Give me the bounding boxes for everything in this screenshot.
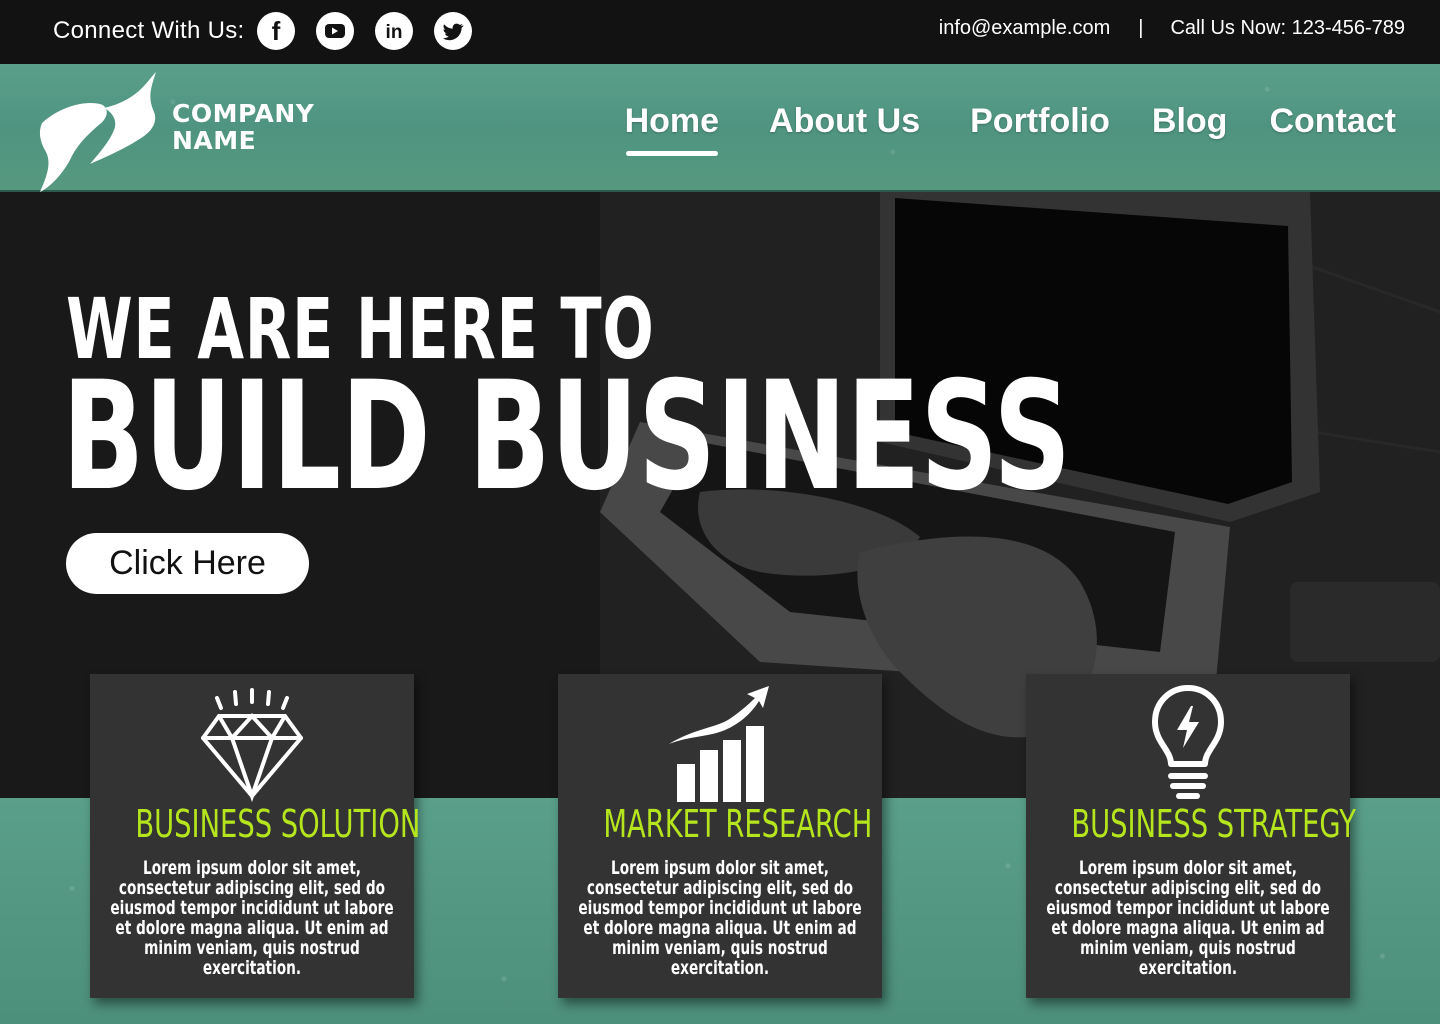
social-links: Connect With Us: f in <box>53 12 493 50</box>
nav-portfolio[interactable]: Portfolio <box>970 102 1110 141</box>
connect-label: Connect With Us: <box>53 17 245 44</box>
company-name[interactable]: COMPANY NAME <box>172 100 314 154</box>
diamond-icon <box>90 684 414 804</box>
nav-contact[interactable]: Contact <box>1269 102 1396 141</box>
growth-chart-icon <box>558 684 882 804</box>
click-here-button[interactable]: Click Here <box>66 533 309 594</box>
email-link[interactable]: info@example.com <box>939 17 1110 40</box>
main-nav: Home About Us Portfolio Blog Contact <box>575 102 1396 156</box>
nav-about-us[interactable]: About Us <box>769 102 920 141</box>
contact-info: info@example.com | Call Us Now: 123-456-… <box>939 17 1405 40</box>
card-title: BUSINESS STRATEGY <box>1071 802 1356 846</box>
site-header: COMPANY NAME Home About Us Portfolio Blo… <box>0 64 1440 192</box>
card-title: MARKET RESEARCH <box>603 802 873 846</box>
card-text: Lorem ipsum dolor sit amet, consectetur … <box>1046 857 1330 979</box>
feature-card-business-solution[interactable]: BUSINESS SOLUTION Lorem ipsum dolor sit … <box>90 674 421 998</box>
nav-home[interactable]: Home <box>625 102 719 156</box>
youtube-icon[interactable] <box>315 12 354 50</box>
top-bar: Connect With Us: f in info@example.com | <box>0 0 1440 64</box>
card-text: Lorem ipsum dolor sit amet, consectetur … <box>578 857 862 979</box>
company-name-line2: NAME <box>172 126 257 155</box>
nav-blog[interactable]: Blog <box>1152 102 1228 141</box>
card-title: BUSINESS SOLUTION <box>135 802 421 846</box>
svg-text:f: f <box>271 16 280 46</box>
svg-text:in: in <box>385 22 402 43</box>
facebook-icon[interactable]: f <box>256 12 295 50</box>
contact-separator: | <box>1138 17 1144 39</box>
linkedin-icon[interactable]: in <box>374 12 413 50</box>
company-name-line1: COMPANY <box>172 99 315 128</box>
phone-number[interactable]: Call Us Now: 123-456-789 <box>1170 17 1405 40</box>
hero-heading: BUILD BUSINESS <box>62 350 1072 524</box>
feature-card-market-research[interactable]: MARKET RESEARCH Lorem ipsum dolor sit am… <box>558 674 882 998</box>
company-logo-icon[interactable] <box>38 68 162 197</box>
feature-card-business-strategy[interactable]: BUSINESS STRATEGY Lorem ipsum dolor sit … <box>1026 674 1356 998</box>
lightbulb-icon <box>1026 684 1350 804</box>
card-text: Lorem ipsum dolor sit amet, consectetur … <box>110 857 394 979</box>
twitter-icon[interactable] <box>433 12 472 50</box>
